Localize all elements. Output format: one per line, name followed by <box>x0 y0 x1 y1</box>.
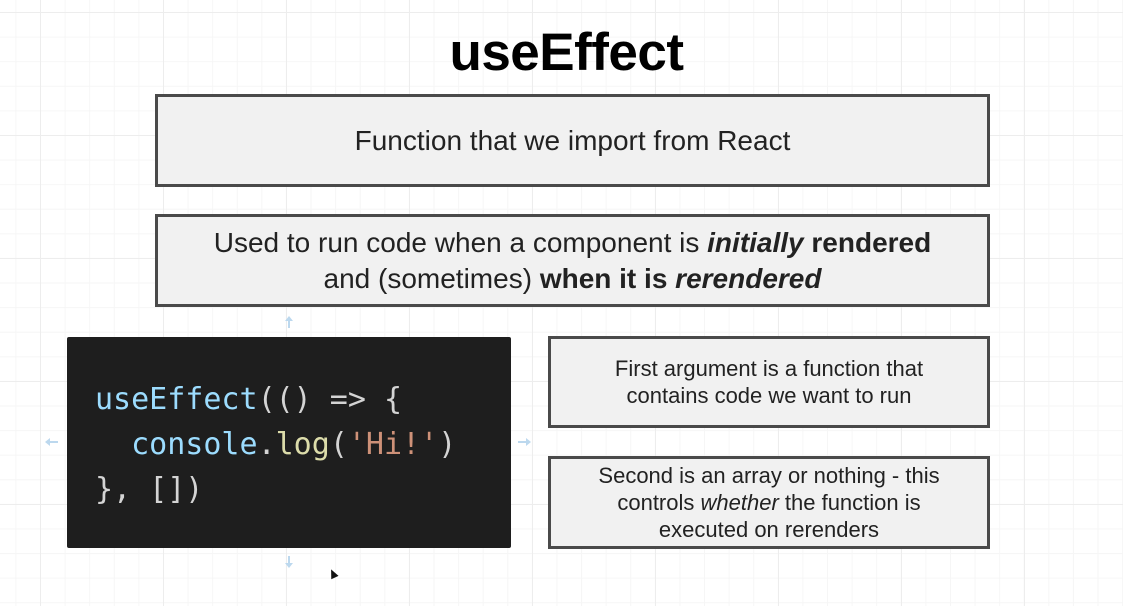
purpose-description-box[interactable]: Used to run code when a component is ini… <box>155 214 990 307</box>
second-argument-box[interactable]: Second is an array or nothing - this con… <box>548 456 990 549</box>
code-string-literal: 'Hi!' <box>347 427 439 462</box>
second-argument-line-2: controls whether the function is <box>617 489 920 516</box>
purpose-line-1: Used to run code when a component is ini… <box>214 225 931 261</box>
code-console-object: console <box>131 427 258 462</box>
purpose-line-2-text: and (sometimes) <box>323 262 540 294</box>
code-snippet[interactable]: useEffect(() => { console.log('Hi!') }, … <box>67 337 511 548</box>
code-useeffect-call: useEffect <box>95 382 258 417</box>
second-argument-line-3: executed on rerenders <box>658 517 880 542</box>
first-argument-line-1: First argument is a function that <box>614 356 924 381</box>
purpose-line-2: and (sometimes) when it is rerendered <box>324 261 822 297</box>
code-log-method: log <box>275 427 330 462</box>
code-line-3: }, []) <box>95 472 204 507</box>
purpose-rendered-bold: rendered <box>803 226 932 258</box>
second-argument-line-1: Second is an array or nothing - this <box>598 463 940 488</box>
first-argument-box[interactable]: First argument is a function that contai… <box>548 336 990 428</box>
code-line-1-rest: (() => { <box>257 382 403 417</box>
second-argument-whether-emphasis: whether <box>700 490 779 515</box>
code-line-2-indent <box>95 427 131 462</box>
purpose-when-bold: when it is <box>539 262 676 294</box>
purpose-line-1-text: Used to run code when a component is <box>213 226 708 258</box>
second-argument-line-2-post: the function is <box>778 490 921 515</box>
import-description-text: Function that we import from React <box>354 124 791 156</box>
arrow-down-icon[interactable] <box>284 556 294 570</box>
page-title: useEffect <box>449 23 684 82</box>
purpose-initially-emphasis: initially <box>707 226 804 258</box>
code-dot: . <box>257 427 276 462</box>
purpose-rerendered-emphasis: rerendered <box>675 262 822 294</box>
import-description-box[interactable]: Function that we import from React <box>155 94 990 187</box>
arrow-up-icon[interactable] <box>284 316 294 330</box>
arrow-right-icon[interactable] <box>518 436 531 449</box>
mouse-cursor-icon <box>327 567 339 580</box>
code-close-paren: ) <box>438 427 457 462</box>
first-argument-line-2: contains code we want to run <box>626 383 912 408</box>
code-open-paren: ( <box>329 427 348 462</box>
second-argument-line-2-pre: controls <box>617 490 701 515</box>
arrow-left-icon[interactable] <box>45 436 58 449</box>
